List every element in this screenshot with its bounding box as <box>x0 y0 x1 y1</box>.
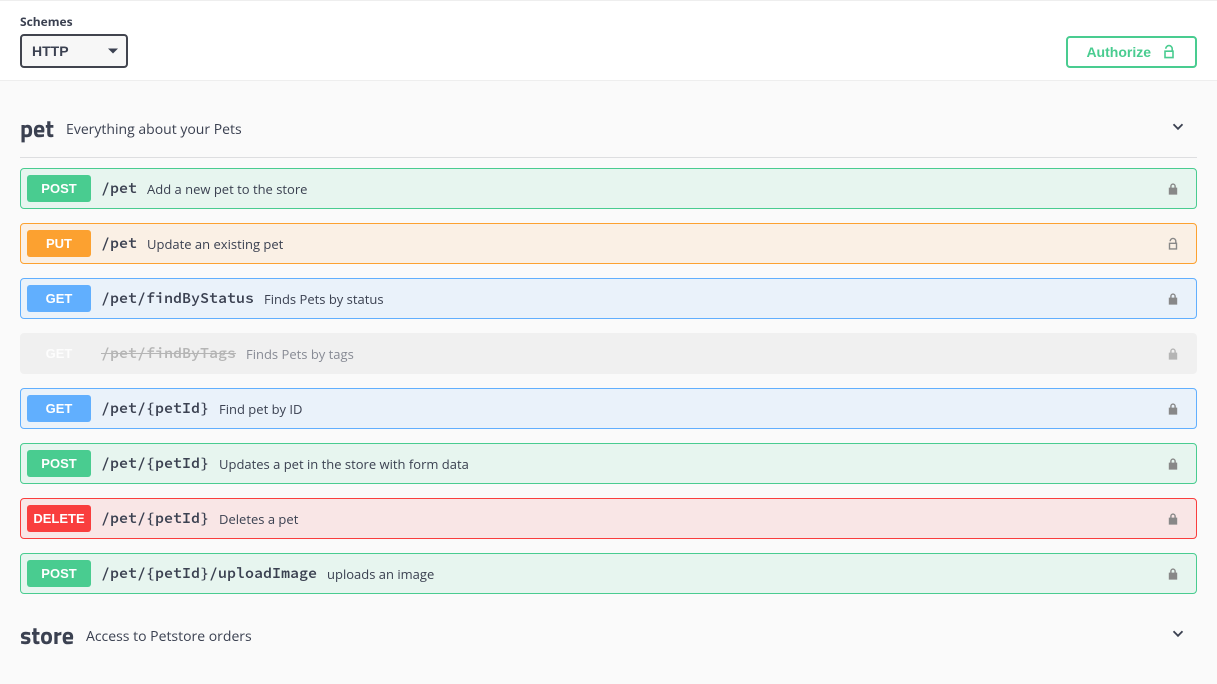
operation-row-deprecated[interactable]: GET /pet/findByTags Finds Pets by tags <box>20 333 1197 374</box>
method-badge: PUT <box>27 230 91 257</box>
operation-summary: Update an existing pet <box>147 235 1166 253</box>
lock-icon[interactable] <box>1166 347 1180 361</box>
tag-header-store[interactable]: store Access to Petstore orders <box>20 608 1197 664</box>
operation-summary: Deletes a pet <box>219 510 1166 528</box>
operation-summary: Finds Pets by status <box>264 290 1166 308</box>
schemes-select[interactable]: HTTP <box>20 34 128 68</box>
operation-row[interactable]: PUT /pet Update an existing pet <box>20 223 1197 264</box>
operation-row[interactable]: DELETE /pet/{petId} Deletes a pet <box>20 498 1197 539</box>
tag-name: store <box>20 618 74 654</box>
operation-path: /pet/{petId} <box>101 399 209 418</box>
method-badge: POST <box>27 450 91 477</box>
operation-summary: Finds Pets by tags <box>246 345 1166 363</box>
operation-row[interactable]: POST /pet Add a new pet to the store <box>20 168 1197 209</box>
operation-row[interactable]: POST /pet/{petId}/uploadImage uploads an… <box>20 553 1197 594</box>
tag-description: Access to Petstore orders <box>86 627 1169 646</box>
operations-content: pet Everything about your Pets POST /pet… <box>0 81 1217 684</box>
tag-header-pet[interactable]: pet Everything about your Pets <box>20 101 1197 158</box>
method-badge: GET <box>27 285 91 312</box>
lock-open-icon <box>1161 44 1177 60</box>
schemes-container: Schemes HTTP <box>20 13 128 68</box>
operation-summary: Updates a pet in the store with form dat… <box>219 455 1166 473</box>
tag-name: pet <box>20 111 54 147</box>
chevron-down-icon <box>1169 625 1187 648</box>
tag-description: Everything about your Pets <box>66 120 1169 139</box>
lock-icon[interactable] <box>1166 567 1180 581</box>
chevron-down-icon <box>1169 118 1187 141</box>
authorize-label: Authorize <box>1086 44 1151 60</box>
method-badge: POST <box>27 560 91 587</box>
operation-summary: uploads an image <box>327 565 1166 583</box>
lock-icon[interactable] <box>1166 182 1180 196</box>
method-badge: GET <box>27 395 91 422</box>
lock-open-icon[interactable] <box>1166 237 1180 251</box>
method-badge: GET <box>27 340 91 367</box>
authorize-button[interactable]: Authorize <box>1066 36 1197 68</box>
operation-row[interactable]: POST /pet/{petId} Updates a pet in the s… <box>20 443 1197 484</box>
lock-icon[interactable] <box>1166 402 1180 416</box>
method-badge: POST <box>27 175 91 202</box>
operation-path: /pet/findByTags <box>101 344 236 363</box>
operation-path: /pet <box>101 179 137 198</box>
schemes-label: Schemes <box>20 13 128 30</box>
operation-path: /pet/{petId} <box>101 509 209 528</box>
tag-section-pet: pet Everything about your Pets POST /pet… <box>20 101 1197 594</box>
operations-list: POST /pet Add a new pet to the store PUT… <box>20 158 1197 594</box>
lock-icon[interactable] <box>1166 457 1180 471</box>
operation-row[interactable]: GET /pet/{petId} Find pet by ID <box>20 388 1197 429</box>
method-badge: DELETE <box>27 505 91 532</box>
operation-summary: Find pet by ID <box>219 400 1166 418</box>
tag-section-store: store Access to Petstore orders <box>20 608 1197 664</box>
lock-icon[interactable] <box>1166 292 1180 306</box>
operation-path: /pet/{petId}/uploadImage <box>101 564 317 583</box>
operation-path: /pet <box>101 234 137 253</box>
operation-row[interactable]: GET /pet/findByStatus Finds Pets by stat… <box>20 278 1197 319</box>
schemes-bar: Schemes HTTP Authorize <box>0 0 1217 81</box>
operation-path: /pet/findByStatus <box>101 289 254 308</box>
operation-path: /pet/{petId} <box>101 454 209 473</box>
operation-summary: Add a new pet to the store <box>147 180 1166 198</box>
lock-icon[interactable] <box>1166 512 1180 526</box>
